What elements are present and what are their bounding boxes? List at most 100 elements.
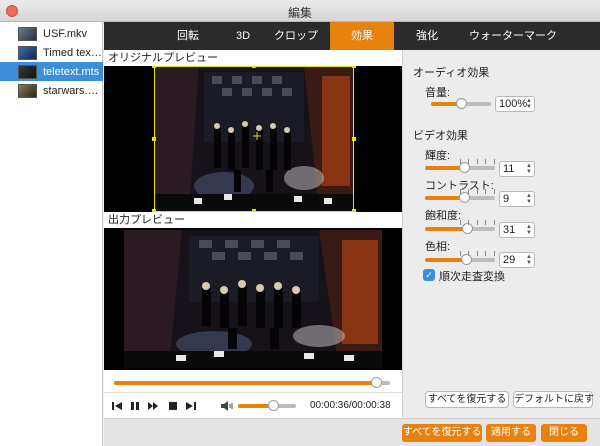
slider-tick — [468, 189, 469, 194]
seek-track[interactable] — [114, 377, 390, 388]
stepper-arrows-icon[interactable]: ▲ ▼ — [525, 224, 533, 236]
slider-tick — [494, 189, 495, 194]
brightness-stepper[interactable]: 11 ▲ ▼ — [499, 161, 535, 177]
audio-volume-thumb[interactable] — [456, 98, 467, 109]
saturation-fill — [425, 227, 467, 231]
playback-controls: 00:00:36/00:00:38 — [104, 392, 402, 418]
saturation-value: 31 — [503, 224, 516, 236]
pause-button[interactable] — [128, 399, 142, 413]
contrast-value: 9 — [503, 193, 510, 205]
original-preview-label: オリジナルプレビュー — [104, 50, 402, 66]
crop-handle[interactable] — [352, 137, 356, 141]
crop-handle[interactable] — [352, 66, 356, 68]
stepper-arrows-icon[interactable]: ▲ ▼ — [525, 193, 533, 205]
fast-forward-button[interactable] — [146, 399, 160, 413]
brightness-ticks — [425, 159, 495, 164]
hue-ticks — [425, 251, 495, 256]
saturation-ticks — [425, 220, 495, 225]
window-title: 編集 — [287, 6, 312, 20]
video-thumbnail — [18, 26, 37, 41]
volume-value: 100% — [499, 98, 528, 110]
hue-fill — [425, 258, 466, 262]
deinterlace-checkbox[interactable]: ✓ — [423, 269, 435, 281]
file-name: Timed text.mp4 — [43, 46, 103, 59]
skip-forward-button[interactable] — [184, 399, 198, 413]
slider-tick — [477, 251, 478, 256]
file-name: USF.mkv — [43, 27, 87, 40]
stepper-arrows-icon[interactable]: ▲ ▼ — [525, 163, 533, 175]
seek-bar[interactable] — [104, 370, 402, 392]
file-item-teletext[interactable]: teletext.mts — [0, 62, 103, 81]
stepper-arrows-icon[interactable]: ▲ ▼ — [525, 98, 533, 110]
saturation-stepper[interactable]: 31 ▲ ▼ — [499, 222, 535, 238]
slider-tick — [485, 159, 486, 164]
video-thumbnail — [18, 45, 37, 60]
slider-tick — [494, 220, 495, 225]
stepper-arrows-icon[interactable]: ▲ ▼ — [525, 254, 533, 266]
slider-tick — [468, 220, 469, 225]
restore-all-panel-button[interactable]: すべてを復元する — [425, 391, 509, 408]
file-item-timed-text[interactable]: Timed text.mp4 — [0, 43, 103, 62]
file-item-starwars[interactable]: starwars.mp4 — [0, 81, 103, 100]
hue-stepper[interactable]: 29 ▲ ▼ — [499, 252, 535, 268]
output-video-frame — [124, 230, 382, 368]
crop-handle[interactable] — [152, 66, 156, 68]
volume-stepper[interactable]: 100% ▲ ▼ — [495, 96, 535, 112]
brightness-value: 11 — [503, 163, 515, 175]
tab-enhance[interactable]: 強化 — [394, 22, 460, 50]
restore-all-button[interactable]: すべてを復元する — [402, 424, 482, 442]
hue-slider[interactable] — [425, 254, 495, 265]
slider-tick — [477, 220, 478, 225]
tab-rotate[interactable]: 回転 — [152, 22, 224, 50]
output-preview — [104, 228, 402, 370]
video-thumbnail — [18, 83, 37, 98]
title-bar: 編集 — [0, 0, 600, 22]
file-name: teletext.mts — [43, 65, 100, 78]
hue-value: 29 — [503, 254, 516, 266]
tab-3d[interactable]: 3D — [224, 22, 262, 50]
slider-tick — [485, 220, 486, 225]
skip-forward-icon — [186, 402, 196, 410]
slider-tick — [460, 251, 461, 256]
audio-volume-slider[interactable] — [431, 98, 491, 109]
file-name: starwars.mp4 — [43, 84, 103, 97]
slider-tick — [485, 251, 486, 256]
slider-tick — [494, 159, 495, 164]
timecode: 00:00:36/00:00:38 — [310, 400, 391, 411]
output-preview-label: 出力プレビュー — [104, 212, 402, 228]
skip-back-button[interactable] — [110, 399, 124, 413]
slider-tick — [460, 159, 461, 164]
fast-forward-icon — [148, 402, 158, 410]
crop-handle[interactable] — [152, 137, 156, 141]
tab-crop[interactable]: クロップ — [262, 22, 330, 50]
crop-frame[interactable] — [154, 66, 354, 212]
edit-tabs: 回転 3D クロップ 効果 強化 ウォーターマーク — [104, 22, 600, 50]
contrast-ticks — [425, 189, 495, 194]
checkmark-icon: ✓ — [425, 270, 433, 280]
saturation-slider[interactable] — [425, 223, 495, 234]
stop-button[interactable] — [166, 399, 180, 413]
close-button[interactable]: 閉じる — [541, 424, 587, 442]
slider-tick — [477, 189, 478, 194]
contrast-slider[interactable] — [425, 192, 495, 203]
footer-bar: すべてを復元する 適用する 閉じる — [104, 418, 600, 446]
effects-panel: オーディオ効果 音量: 100% ▲ ▼ ビデオ効果 輝度: 11 ▲ ▼ コントラ… — [402, 50, 600, 418]
playback-volume-slider[interactable] — [238, 400, 296, 411]
slider-tick — [460, 189, 461, 194]
slider-tick — [468, 251, 469, 256]
original-preview — [104, 66, 402, 212]
volume-button[interactable] — [220, 399, 234, 413]
restore-default-button[interactable]: デフォルトに戻す — [513, 391, 594, 408]
contrast-stepper[interactable]: 9 ▲ ▼ — [499, 191, 535, 207]
brightness-slider[interactable] — [425, 162, 495, 173]
seek-thumb[interactable] — [371, 377, 382, 388]
speaker-icon — [221, 401, 233, 411]
volume-label: 音量: — [425, 87, 451, 99]
slider-tick — [485, 189, 486, 194]
file-item-usf[interactable]: USF.mkv — [0, 24, 103, 43]
crop-handle[interactable] — [252, 66, 256, 68]
playback-volume-thumb[interactable] — [268, 400, 279, 411]
tab-watermark[interactable]: ウォーターマーク — [460, 22, 566, 50]
tab-effects[interactable]: 効果 — [330, 22, 394, 50]
apply-button[interactable]: 適用する — [486, 424, 536, 442]
